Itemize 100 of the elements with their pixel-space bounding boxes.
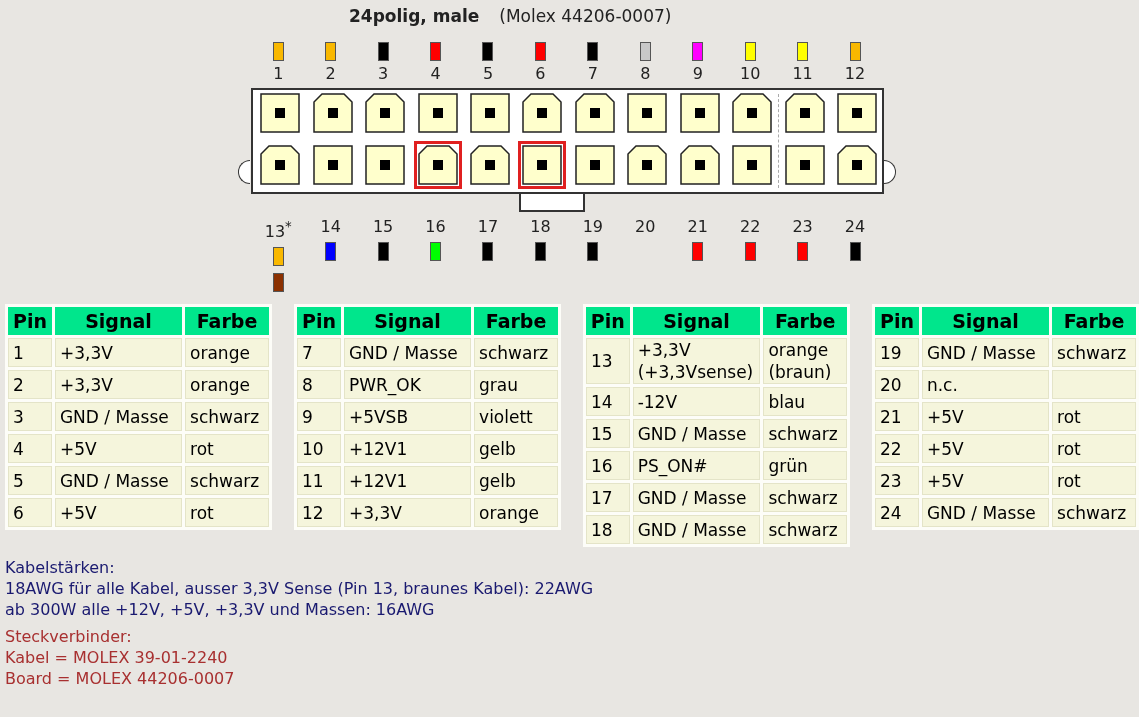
table-cell: +5V: [54, 434, 183, 463]
table-cell: +12V1: [343, 434, 472, 463]
table-cell: 16: [586, 451, 630, 480]
table-cell: 15: [586, 419, 630, 448]
column-header: Pin: [297, 307, 341, 335]
table-cell: schwarz: [763, 515, 847, 544]
table-cell: n.c.: [921, 370, 1050, 399]
table-cell: grau: [474, 370, 558, 399]
table-cell: rot: [1052, 466, 1136, 495]
table-cell: 10: [297, 434, 341, 463]
column-header: Pin: [586, 307, 630, 335]
pin-number: 2: [325, 65, 336, 83]
table-cell: +3,3V: [343, 498, 472, 527]
table-cell: +5VSB: [343, 402, 472, 431]
table-cell: +12V1: [343, 466, 472, 495]
table-cell: schwarz: [763, 483, 847, 512]
pin-number: 3: [378, 65, 389, 83]
note-text: 18AWG für alle Kabel, ausser 3,3V Sense (Pin 13, braunes Kabel): 22AWG: [5, 578, 595, 599]
table-cell: GND / Masse: [921, 338, 1050, 367]
table-cell: orange: [185, 370, 269, 399]
pin-number: 5: [482, 65, 494, 83]
note-text: Kabelstärken:: [5, 557, 116, 578]
pin-number: 1: [273, 65, 284, 83]
pin-number: 15: [372, 218, 394, 236]
table-cell: 1: [8, 338, 52, 367]
table-cell: schwarz: [763, 419, 847, 448]
table-cell: schwarz: [1052, 498, 1136, 527]
table-cell: 18: [586, 515, 630, 544]
pin-number: 20: [635, 218, 656, 236]
table-cell: schwarz: [185, 466, 269, 495]
pin-number: 13$^{*}$: [264, 218, 292, 242]
table-cell: 19: [875, 338, 919, 367]
column-header: Farbe: [474, 307, 558, 335]
table-cell: violett: [474, 402, 558, 431]
table-cell: +5V: [921, 402, 1050, 431]
pin-number: 17: [477, 218, 499, 236]
table-cell: GND / Masse: [54, 402, 183, 431]
table-cell: orange: [474, 498, 558, 527]
pin-number: 11: [792, 65, 813, 83]
table-cell: GND / Masse: [632, 515, 761, 544]
table-cell: gelb: [474, 466, 558, 495]
table-cell: 22: [875, 434, 919, 463]
pin-number: 10: [739, 65, 761, 83]
table-cell: blau: [763, 387, 847, 416]
table-cell: +3,3V: [54, 338, 183, 367]
table-cell: 13: [586, 338, 630, 384]
table-cell: GND / Masse: [921, 498, 1050, 527]
table-cell: -12V: [632, 387, 761, 416]
pin-number: 19: [582, 218, 603, 236]
table-cell: +3,3V (+3,3Vsense): [632, 338, 761, 384]
table-cell: rot: [185, 498, 269, 527]
table-cell: rot: [1052, 434, 1136, 463]
table-cell: +3,3V: [54, 370, 183, 399]
note-text: Steckverbinder:: [5, 626, 133, 647]
table-cell: 23: [875, 466, 919, 495]
pin-number: 18: [530, 218, 551, 236]
table-cell: rot: [185, 434, 269, 463]
table-cell: rot: [1052, 402, 1136, 431]
table-cell: schwarz: [474, 338, 558, 367]
table-cell: 17: [586, 483, 630, 512]
pin-number: 23: [792, 218, 813, 236]
column-header: Signal: [343, 307, 472, 335]
table-cell: +5V: [921, 434, 1050, 463]
table-cell: GND / Masse: [632, 483, 761, 512]
pin-number: 16: [425, 218, 446, 236]
column-header: Farbe: [763, 307, 847, 335]
table-cell: GND / Masse: [343, 338, 472, 367]
column-header: Signal: [54, 307, 183, 335]
column-header: Signal: [921, 307, 1050, 335]
table-cell: 6: [8, 498, 52, 527]
table-cell: orange: [185, 338, 269, 367]
pin-number: 21: [687, 218, 708, 236]
table-cell: 7: [297, 338, 341, 367]
pin-number: 24: [844, 218, 866, 236]
table-cell: 11: [297, 466, 341, 495]
table-cell: orange (braun): [763, 338, 847, 384]
table-cell: 20: [875, 370, 919, 399]
table-cell: schwarz: [1052, 338, 1136, 367]
column-header: Farbe: [185, 307, 269, 335]
table-cell: schwarz: [185, 402, 269, 431]
table-cell: PS_ON#: [632, 451, 761, 480]
pin-number: 6: [535, 65, 546, 83]
table-cell: GND / Masse: [632, 419, 761, 448]
pin-number: 4: [430, 65, 441, 83]
table-cell: 8: [297, 370, 341, 399]
pin-number: 14: [320, 218, 341, 236]
table-cell: GND / Masse: [54, 466, 183, 495]
note-text: Kabel = MOLEX 39-01-2240: [5, 647, 229, 668]
table-cell: PWR_OK: [343, 370, 472, 399]
table-cell: gelb: [474, 434, 558, 463]
part-number: (Molex 44206-0007): [499, 6, 672, 26]
pin-number: 8: [640, 65, 651, 83]
column-header: Farbe: [1052, 307, 1136, 335]
table-cell: 14: [586, 387, 630, 416]
table-cell: 9: [297, 402, 341, 431]
table-cell: 3: [8, 402, 52, 431]
table-cell: 21: [875, 402, 919, 431]
table-cell: 12: [297, 498, 341, 527]
note-text: Board = MOLEX 44206-0007: [5, 668, 236, 689]
table-cell: 24: [875, 498, 919, 527]
